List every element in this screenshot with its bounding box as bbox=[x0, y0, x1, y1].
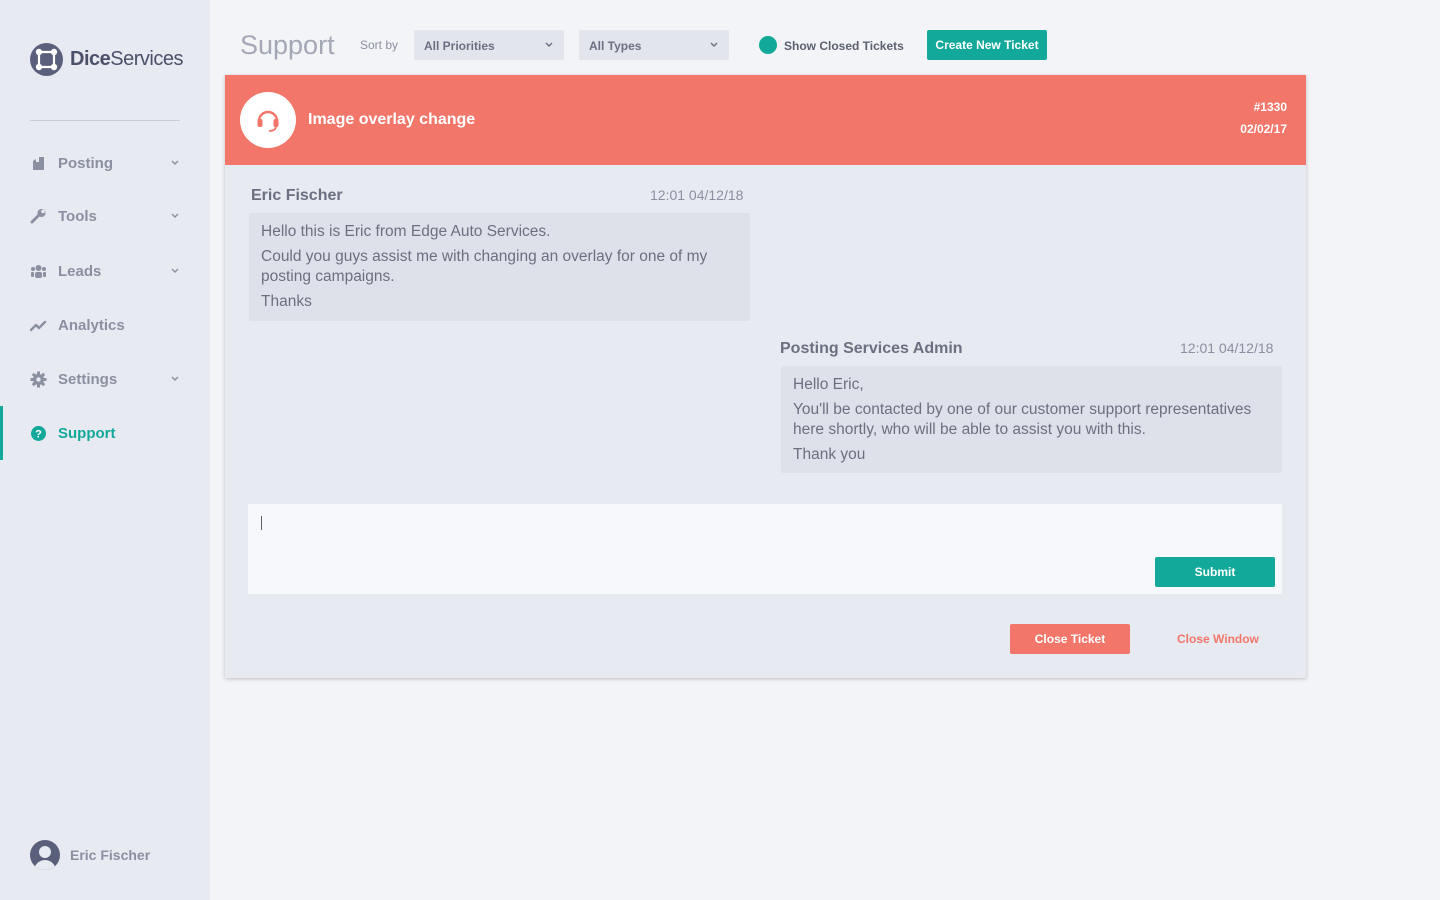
sidebar-item-posting[interactable]: Posting bbox=[0, 148, 210, 178]
chevron-down-icon bbox=[171, 268, 179, 273]
ticket-panel: Image overlay change #1330 02/02/17 Eric… bbox=[225, 75, 1306, 678]
message-time: 12:01 04/12/18 bbox=[650, 187, 744, 203]
sidebar-divider bbox=[30, 120, 180, 121]
chevron-down-icon bbox=[171, 213, 179, 218]
create-ticket-button[interactable]: Create New Ticket bbox=[927, 30, 1047, 60]
sidebar: DiceServices Posting Tools Leads Analyti… bbox=[0, 0, 210, 900]
sidebar-item-analytics[interactable]: Analytics bbox=[0, 310, 210, 340]
user-name: Eric Fischer bbox=[70, 847, 151, 863]
trend-icon bbox=[30, 320, 47, 332]
chevron-down-icon bbox=[710, 42, 718, 47]
message-line: Thank you bbox=[793, 446, 866, 463]
brand-logo[interactable]: DiceServices bbox=[30, 43, 183, 76]
sidebar-item-leads[interactable]: Leads bbox=[0, 256, 210, 286]
show-closed-label: Show Closed Tickets bbox=[784, 39, 904, 53]
svg-text:?: ? bbox=[35, 429, 42, 441]
message-author: Eric Fischer bbox=[251, 187, 343, 204]
priority-select[interactable]: All Priorities bbox=[414, 30, 564, 60]
sidebar-item-tools[interactable]: Tools bbox=[0, 201, 210, 231]
message-author: Posting Services Admin bbox=[780, 340, 963, 357]
message-time: 12:01 04/12/18 bbox=[1180, 340, 1274, 356]
chevron-down-icon bbox=[545, 42, 553, 47]
ticket-date: 02/02/17 bbox=[1240, 122, 1287, 136]
priority-select-value: All Priorities bbox=[424, 39, 495, 53]
message-line: You'll be contacted by one of our custom… bbox=[793, 401, 1252, 438]
user-profile[interactable]: Eric Fischer bbox=[30, 840, 150, 870]
close-ticket-button[interactable]: Close Ticket bbox=[1010, 624, 1130, 654]
ticket-id: #1330 bbox=[1253, 100, 1287, 114]
chevron-down-icon bbox=[171, 160, 179, 165]
sidebar-item-label: Posting bbox=[58, 154, 113, 172]
people-icon bbox=[31, 265, 46, 278]
sidebar-item-label: Settings bbox=[58, 370, 118, 388]
type-select-value: All Types bbox=[589, 39, 642, 53]
message-line: Thanks bbox=[261, 293, 312, 310]
dice-logo-icon bbox=[30, 43, 63, 76]
reply-input[interactable]: Submit bbox=[248, 504, 1282, 594]
avatar bbox=[30, 840, 60, 870]
sidebar-item-label: Support bbox=[58, 424, 116, 442]
message-line: Could you guys assist me with changing a… bbox=[261, 248, 708, 285]
ticket-header: Image overlay change #1330 02/02/17 bbox=[225, 75, 1306, 165]
sidebar-item-label: Leads bbox=[58, 262, 102, 280]
show-closed-toggle[interactable] bbox=[759, 36, 777, 54]
posting-icon bbox=[33, 156, 44, 170]
message-bubble: Hello this is Eric from Edge Auto Servic… bbox=[249, 213, 750, 321]
help-icon: ? bbox=[31, 426, 46, 441]
brand-name: DiceServices bbox=[70, 48, 183, 70]
message-line: Hello this is Eric from Edge Auto Servic… bbox=[261, 223, 551, 240]
sidebar-item-settings[interactable]: Settings bbox=[0, 364, 210, 394]
text-caret bbox=[261, 516, 262, 530]
message-bubble: Hello Eric, You'll be contacted by one o… bbox=[781, 366, 1282, 473]
headset-icon bbox=[240, 92, 296, 148]
page-title: Support bbox=[240, 30, 335, 60]
sidebar-item-label: Analytics bbox=[58, 316, 125, 334]
message-line: Hello Eric, bbox=[793, 376, 864, 393]
sidebar-item-support[interactable]: ? Support bbox=[0, 418, 210, 448]
gear-icon bbox=[30, 371, 47, 388]
wrench-icon bbox=[30, 209, 46, 224]
sidebar-item-label: Tools bbox=[58, 207, 97, 225]
submit-button[interactable]: Submit bbox=[1155, 557, 1275, 587]
close-window-link[interactable]: Close Window bbox=[1177, 632, 1259, 646]
sort-label: Sort by bbox=[360, 38, 399, 52]
chevron-down-icon bbox=[171, 376, 179, 381]
ticket-title: Image overlay change bbox=[308, 111, 476, 128]
type-select[interactable]: All Types bbox=[579, 30, 729, 60]
